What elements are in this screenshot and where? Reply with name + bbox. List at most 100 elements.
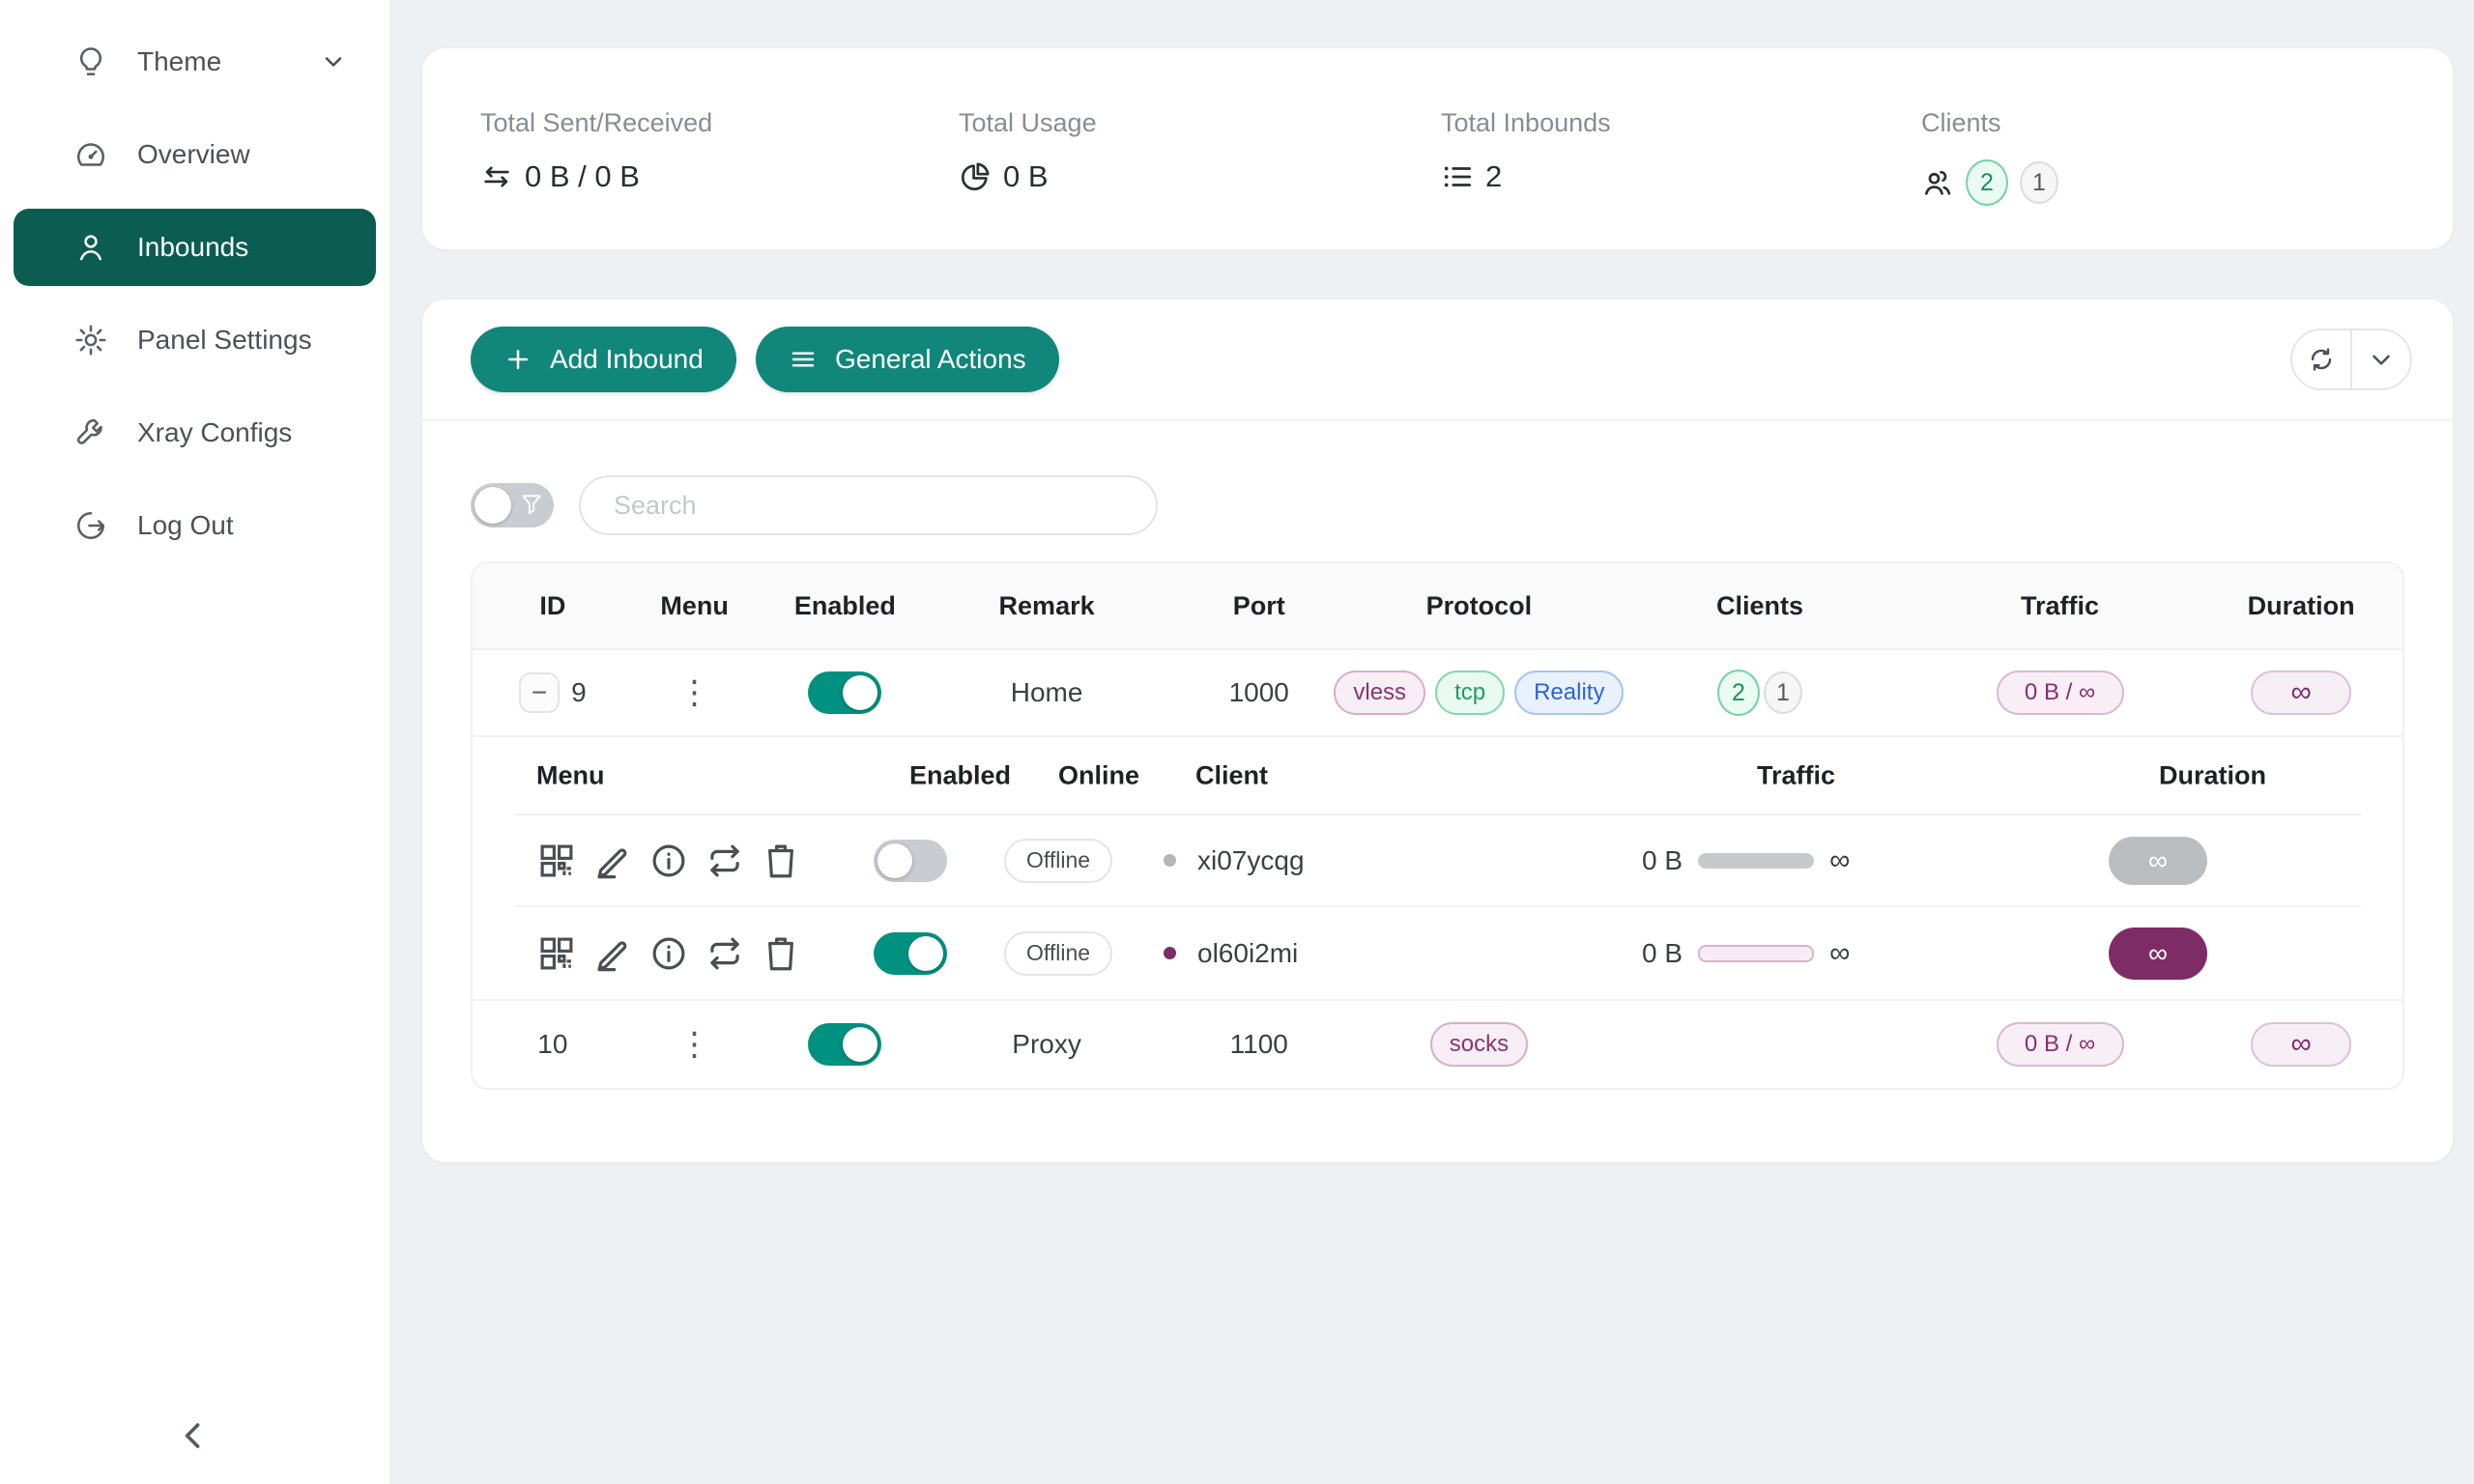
refresh-split-button (2290, 328, 2412, 390)
header-menu: Menu (633, 591, 757, 621)
refresh-options-button[interactable] (2352, 330, 2410, 388)
sub-table-header: Menu Enabled Online Client Traffic Durat… (514, 737, 2361, 815)
stat-label: Clients (1921, 108, 2058, 138)
delete-trash-icon[interactable] (761, 933, 801, 974)
stats-card: Total Sent/Received 0 B / 0 B Total Usag… (422, 48, 2453, 249)
header-protocol: Protocol (1359, 591, 1600, 621)
hamburger-icon (789, 345, 818, 374)
sidebar-item-xray-configs[interactable]: Xray Configs (14, 394, 376, 471)
toggle-knob (843, 1027, 877, 1062)
toggle-knob (475, 487, 511, 524)
pie-chart-icon (959, 160, 992, 193)
sub-header-enabled: Enabled (909, 760, 1011, 790)
client-name: xi07ycqg (1197, 845, 1305, 876)
sidebar-item-inbounds[interactable]: Inbounds (14, 209, 376, 286)
lightbulb-icon (73, 44, 108, 79)
protocol-badge-tcp: tcp (1435, 671, 1505, 715)
client-traffic-used: 0 B (1642, 845, 1683, 876)
stat-value: 2 (1485, 159, 1502, 194)
refresh-icon (2307, 345, 2336, 374)
sidebar-item-overview[interactable]: Overview (14, 116, 376, 193)
refresh-button[interactable] (2292, 330, 2352, 388)
chevron-left-icon (172, 1414, 215, 1457)
edit-pencil-icon[interactable] (592, 933, 633, 974)
add-inbound-button[interactable]: Add Inbound (471, 327, 736, 392)
duration-badge: ∞ (2109, 837, 2207, 885)
sidebar-item-theme[interactable]: Theme (14, 23, 376, 100)
chevron-down-icon (2367, 345, 2396, 374)
traffic-badge: 0 B / ∞ (1997, 671, 2124, 715)
row-menu-button[interactable]: ⋮ (678, 676, 711, 709)
info-icon[interactable] (648, 841, 689, 881)
person-icon (73, 230, 108, 265)
online-status-badge: Offline (1004, 839, 1112, 883)
main-area: Total Sent/Received 0 B / 0 B Total Usag… (389, 0, 2474, 1484)
general-actions-button[interactable]: General Actions (756, 327, 1059, 392)
stat-value: 0 B / 0 B (525, 159, 640, 194)
client-actions (536, 841, 801, 881)
chevron-down-icon (320, 48, 347, 75)
sidebar-item-log-out[interactable]: Log Out (14, 487, 376, 564)
inbound-remark: Home (934, 677, 1160, 708)
clients-active-badge: 2 (1717, 670, 1760, 716)
protocol-badge-vless: vless (1334, 671, 1425, 715)
client-row-xi07ycqg: Offline xi07ycqg 0 B ∞ ∞ (514, 815, 2361, 907)
stat-total-usage: Total Usage 0 B (959, 108, 1097, 194)
inbound-row-10: 10 ⋮ Proxy 1100 socks 0 B / ∞ ∞ (473, 1001, 2402, 1088)
sidebar: Theme Overview Inbounds Panel Set (0, 0, 389, 1484)
general-actions-label: General Actions (835, 344, 1026, 375)
filter-toggle[interactable] (471, 483, 554, 528)
inbound-row-9: − 9 ⋮ Home 1000 vless tcp Reality 2 1 0 … (473, 650, 2402, 737)
plus-icon (503, 345, 532, 374)
sub-header-client: Client (1195, 760, 1268, 790)
wrench-icon (73, 415, 108, 450)
sub-header-online: Online (1058, 760, 1139, 790)
list-icon (1441, 160, 1474, 193)
sidebar-item-label: Panel Settings (137, 325, 312, 356)
delete-trash-icon[interactable] (761, 841, 801, 881)
sub-header-traffic: Traffic (1757, 760, 1835, 790)
info-icon[interactable] (648, 933, 689, 974)
traffic-badge: 0 B / ∞ (1997, 1022, 2124, 1067)
header-duration: Duration (2200, 591, 2402, 621)
row-menu-button[interactable]: ⋮ (678, 1028, 711, 1061)
qr-code-icon[interactable] (536, 933, 577, 974)
reset-traffic-icon[interactable] (705, 841, 745, 881)
inbound-port: 1100 (1160, 1029, 1359, 1060)
traffic-limit: ∞ (1829, 844, 1850, 877)
inbound-enabled-toggle[interactable] (808, 1023, 881, 1066)
client-row-ol60i2mi: Offline ol60i2mi 0 B ∞ ∞ (514, 907, 2361, 999)
toolbar-divider (422, 419, 2453, 421)
logout-icon (73, 508, 108, 543)
search-input[interactable] (579, 475, 1158, 535)
stat-total-inbounds: Total Inbounds 2 (1441, 108, 1611, 194)
collapse-row-button[interactable]: − (519, 672, 560, 713)
sidebar-item-label: Overview (137, 139, 250, 170)
sidebar-item-panel-settings[interactable]: Panel Settings (14, 301, 376, 379)
client-name: ol60i2mi (1197, 938, 1298, 969)
inbound-enabled-toggle[interactable] (808, 671, 881, 714)
sidebar-collapse-button[interactable] (172, 1414, 215, 1457)
edit-pencil-icon[interactable] (592, 841, 633, 881)
inbound-id: 9 (571, 677, 587, 708)
traffic-limit: ∞ (1829, 937, 1850, 970)
client-enabled-toggle[interactable] (874, 932, 947, 975)
swap-arrows-icon (480, 160, 513, 193)
people-icon (1921, 166, 1954, 199)
stat-label: Total Sent/Received (480, 108, 712, 138)
traffic-progress-bar (1698, 945, 1814, 962)
duration-badge: ∞ (2251, 1022, 2351, 1067)
protocol-badge-socks: socks (1430, 1022, 1528, 1067)
duration-badge: ∞ (2251, 671, 2351, 715)
header-port: Port (1160, 591, 1359, 621)
header-clients: Clients (1599, 591, 1920, 621)
traffic-progress-bar (1698, 853, 1814, 869)
sidebar-item-label: Xray Configs (137, 417, 292, 448)
client-enabled-toggle[interactable] (874, 840, 947, 882)
qr-code-icon[interactable] (536, 841, 577, 881)
table-header-row: ID Menu Enabled Remark Port Protocol Cli… (473, 563, 2402, 650)
client-traffic-used: 0 B (1642, 938, 1683, 969)
client-actions (536, 933, 801, 974)
reset-traffic-icon[interactable] (705, 933, 745, 974)
header-id: ID (473, 591, 633, 621)
